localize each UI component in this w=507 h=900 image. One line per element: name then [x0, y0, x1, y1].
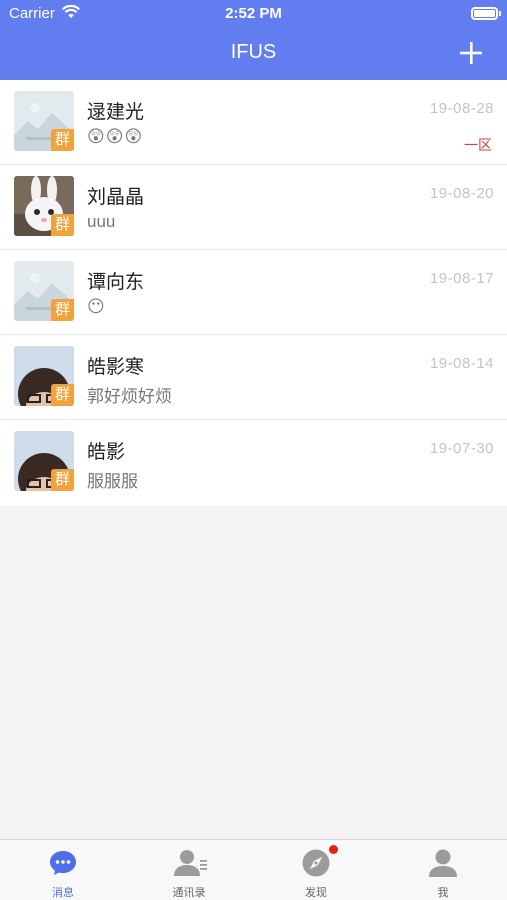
conversation-row[interactable]: 群 逯建光 😲😲😲 19-08-28 一区 — [0, 80, 507, 165]
contact-name: 逯建光 — [87, 102, 145, 123]
notification-dot — [329, 845, 338, 854]
message-date: 19-08-20 — [429, 185, 494, 202]
group-badge: 群 — [51, 469, 74, 491]
add-button[interactable] — [458, 40, 484, 66]
battery-icon — [471, 7, 501, 20]
zone-tag: 一区 — [464, 137, 492, 153]
message-preview: 服服服 — [87, 472, 138, 491]
tab-me[interactable]: 我 — [380, 840, 506, 900]
tab-bar: 消息 通讯录 发现 我 — [0, 839, 507, 900]
conversation-row[interactable]: 群 谭向东 😶 19-08-17 — [0, 250, 507, 335]
group-badge: 群 — [51, 299, 74, 321]
group-badge: 群 — [51, 129, 74, 151]
emoji-preview: 😲😲😲 — [87, 127, 144, 146]
top-bar: Carrier 2:52 PM IFUS — [0, 0, 507, 80]
conversation-row[interactable]: 群 刘晶晶 uuu 19-08-20 — [0, 165, 507, 250]
tab-label: 发现 — [305, 887, 327, 899]
contact-name: 刘晶晶 — [87, 187, 145, 208]
tab-label: 消息 — [52, 887, 74, 899]
tab-contacts[interactable]: 通讯录 — [126, 840, 252, 900]
message-date: 19-08-14 — [429, 355, 494, 372]
group-badge: 群 — [51, 384, 74, 406]
compass-icon — [302, 849, 330, 877]
avatar: 群 — [14, 346, 74, 406]
avatar: 群 — [14, 261, 74, 321]
person-icon — [429, 849, 457, 877]
message-preview: 😲😲😲 — [87, 127, 143, 147]
message-preview: uuu — [87, 212, 116, 231]
tab-label: 通讯录 — [172, 887, 206, 899]
conversation-list: 群 逯建光 😲😲😲 19-08-28 一区 群 刘晶晶 uuu 19-08-20… — [0, 80, 507, 506]
tab-label: 我 — [437, 887, 449, 899]
tab-messages[interactable]: 消息 — [0, 840, 126, 900]
plus-icon — [460, 42, 482, 64]
avatar: 群 — [14, 176, 74, 236]
emoji-preview: 😶 — [87, 297, 105, 316]
message-preview: 😶 — [87, 297, 105, 317]
message-preview: 郭好烦好烦 — [87, 387, 172, 406]
message-date: 19-07-30 — [429, 440, 494, 457]
status-time: 2:52 PM — [225, 5, 282, 22]
message-date: 19-08-28 — [429, 100, 494, 117]
chat-bubble-icon — [50, 851, 76, 875]
avatar: 群 — [14, 91, 74, 151]
tab-discover[interactable]: 发现 — [253, 840, 379, 900]
contacts-icon — [174, 850, 207, 876]
conversation-row[interactable]: 群 皓影 服服服 19-07-30 — [0, 420, 507, 505]
avatar: 群 — [14, 431, 74, 491]
contact-name: 谭向东 — [87, 272, 145, 293]
status-bar: Carrier 2:52 PM — [0, 0, 507, 28]
contact-name: 皓影寒 — [87, 357, 145, 378]
contact-name: 皓影 — [87, 442, 126, 463]
page-title: IFUS — [230, 41, 277, 63]
message-date: 19-08-17 — [429, 270, 494, 287]
conversation-row[interactable]: 群 皓影寒 郭好烦好烦 19-08-14 — [0, 335, 507, 420]
group-badge: 群 — [51, 214, 74, 236]
